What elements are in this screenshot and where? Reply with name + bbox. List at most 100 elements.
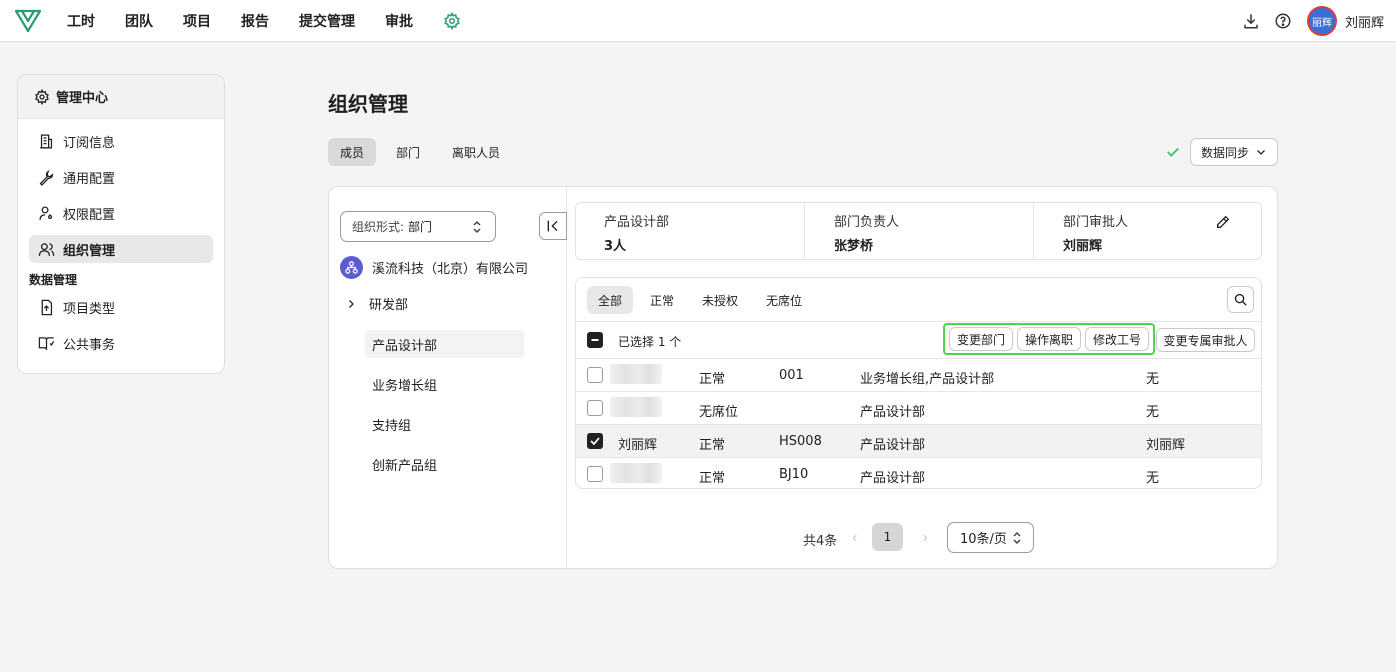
redacted-name: [610, 463, 662, 483]
members-panel: 组织形式: 部门 溪流科技（北京）有限公司 研发部 产品设计部 业务增长组 支持…: [328, 186, 1278, 569]
org-type-select[interactable]: 组织形式: 部门: [340, 211, 496, 242]
sidebar-header-title: 管理中心: [56, 91, 109, 106]
collapse-tree-button[interactable]: [539, 212, 567, 240]
row-approver: 无: [1146, 405, 1160, 420]
tab-departments[interactable]: 部门: [384, 138, 432, 166]
nav-item-approval[interactable]: 审批: [385, 11, 413, 31]
nav-item-projects[interactable]: 项目: [183, 11, 211, 31]
company-node[interactable]: 溪流科技（北京）有限公司: [340, 256, 528, 279]
row-checkbox[interactable]: [587, 433, 603, 449]
book-icon: [37, 334, 55, 352]
data-sync-button[interactable]: 数据同步: [1190, 138, 1278, 166]
row-status: 正常: [699, 372, 726, 387]
nav-item-submissions[interactable]: 提交管理: [299, 11, 355, 31]
users-icon: [37, 240, 55, 258]
chevron-down-icon: [1255, 146, 1267, 158]
row-approver: 无: [1146, 471, 1160, 486]
settings-gear-icon[interactable]: [443, 11, 461, 30]
change-approver-button[interactable]: 变更专属审批人: [1156, 328, 1255, 352]
table-row[interactable]: 正常 001 业务增长组,产品设计部 无: [576, 359, 1261, 392]
filter-all[interactable]: 全部: [587, 286, 634, 314]
search-button[interactable]: [1227, 286, 1254, 313]
page-size-select[interactable]: 10条/页: [947, 522, 1034, 553]
dept-name: 产品设计部: [604, 215, 670, 230]
total-count: 共4条: [803, 534, 838, 549]
help-icon[interactable]: [1273, 11, 1293, 31]
avatar[interactable]: 丽辉: [1306, 6, 1337, 36]
updown-chevron-icon: [471, 220, 483, 234]
filter-unauthorized[interactable]: 未授权: [691, 286, 749, 314]
building-icon: [37, 132, 55, 150]
sidebar-item-subscription[interactable]: 订阅信息: [29, 127, 213, 155]
table-row[interactable]: 无席位 产品设计部 无: [576, 392, 1261, 425]
admin-sidebar: 管理中心 订阅信息 通用配置 权限配置 组织管理 数据管理 项目类型 公共事务: [17, 74, 225, 374]
sidebar-item-organization[interactable]: 组织管理: [29, 235, 213, 263]
row-department: 产品设计部: [860, 405, 926, 420]
page-number-button[interactable]: 1: [872, 523, 903, 551]
table-row[interactable]: 刘丽辉 正常 HS008 产品设计部 刘丽辉: [576, 425, 1261, 458]
dept-leader-name: 张梦桥: [834, 239, 874, 254]
org-type-label: 组织形式:: [352, 220, 405, 234]
row-checkbox[interactable]: [587, 400, 603, 416]
tree-item-support[interactable]: 支持组: [372, 415, 411, 434]
wrench-icon: [37, 168, 55, 186]
tab-members[interactable]: 成员: [328, 138, 377, 166]
sidebar-item-project-types[interactable]: 项目类型: [29, 293, 213, 321]
row-department: 产品设计部: [860, 471, 926, 486]
check-icon: [590, 437, 600, 446]
tree-item-rnd[interactable]: 研发部: [345, 294, 408, 313]
row-name: 刘丽辉: [618, 438, 658, 453]
tree-item-growth[interactable]: 业务增长组: [372, 375, 437, 394]
sidebar-item-label: 组织管理: [63, 243, 116, 259]
page-size-value: 10条/页: [960, 532, 1007, 547]
edit-pencil-icon[interactable]: [1214, 213, 1232, 231]
dept-approver-label: 部门审批人: [1063, 215, 1129, 230]
table-row[interactable]: 正常 BJ10 产品设计部 无: [576, 458, 1261, 488]
prev-page-icon[interactable]: [848, 530, 862, 546]
select-all-checkbox[interactable]: [587, 332, 603, 348]
indeterminate-icon: [591, 339, 599, 341]
row-employee-id: 001: [779, 368, 804, 383]
tab-former-staff[interactable]: 离职人员: [440, 138, 512, 166]
row-status: 正常: [699, 438, 726, 453]
nav-item-reports[interactable]: 报告: [241, 11, 269, 31]
dept-leader-label: 部门负责人: [834, 215, 900, 230]
file-upload-icon: [37, 298, 55, 316]
edit-employee-id-button[interactable]: 修改工号: [1085, 327, 1149, 351]
sidebar-item-public-affairs[interactable]: 公共事务: [29, 329, 213, 357]
sidebar-section-title: 数据管理: [29, 273, 78, 287]
tree-item-innovation[interactable]: 创新产品组: [372, 455, 437, 474]
sidebar-item-label: 公共事务: [63, 337, 116, 353]
filter-normal[interactable]: 正常: [639, 286, 685, 314]
org-structure-icon: [340, 256, 363, 279]
filter-no-seat[interactable]: 无席位: [755, 286, 813, 314]
nav-item-team[interactable]: 团队: [125, 11, 153, 31]
user-name[interactable]: 刘丽辉: [1345, 12, 1384, 31]
sidebar-item-permissions[interactable]: 权限配置: [29, 199, 213, 227]
user-key-icon: [37, 204, 55, 222]
chevron-right-icon[interactable]: [345, 298, 357, 310]
tree-item-product-design[interactable]: 产品设计部: [365, 330, 524, 358]
panel-divider: [566, 187, 567, 568]
info-divider: [804, 203, 805, 259]
row-employee-id: BJ10: [779, 467, 809, 482]
members-table: 全部 正常 未授权 无席位 已选择 1 个 变更部门 操作离职 修改工号 变更专…: [575, 277, 1262, 489]
app-logo-icon[interactable]: [15, 8, 41, 34]
resign-button[interactable]: 操作离职: [1017, 327, 1081, 351]
row-department: 业务增长组,产品设计部: [860, 372, 995, 387]
selection-bar: 已选择 1 个 变更部门 操作离职 修改工号 变更专属审批人: [576, 322, 1261, 359]
tree-item-label: 产品设计部: [372, 338, 438, 354]
next-page-icon[interactable]: [918, 530, 932, 546]
sidebar-item-general[interactable]: 通用配置: [29, 163, 213, 191]
download-icon[interactable]: [1241, 11, 1261, 31]
data-sync-label: 数据同步: [1200, 145, 1249, 160]
bulk-action-group: 变更部门 操作离职 修改工号: [943, 323, 1155, 355]
row-checkbox[interactable]: [587, 367, 603, 383]
top-nav: 工时 团队 项目 报告 提交管理 审批 丽辉 刘丽辉: [0, 0, 1396, 42]
row-status: 无席位: [699, 405, 739, 420]
row-checkbox[interactable]: [587, 466, 603, 482]
main-tabs: 成员 部门 离职人员: [328, 138, 520, 166]
nav-item-hours[interactable]: 工时: [67, 11, 95, 31]
change-dept-button[interactable]: 变更部门: [949, 327, 1013, 351]
row-department: 产品设计部: [860, 438, 926, 453]
